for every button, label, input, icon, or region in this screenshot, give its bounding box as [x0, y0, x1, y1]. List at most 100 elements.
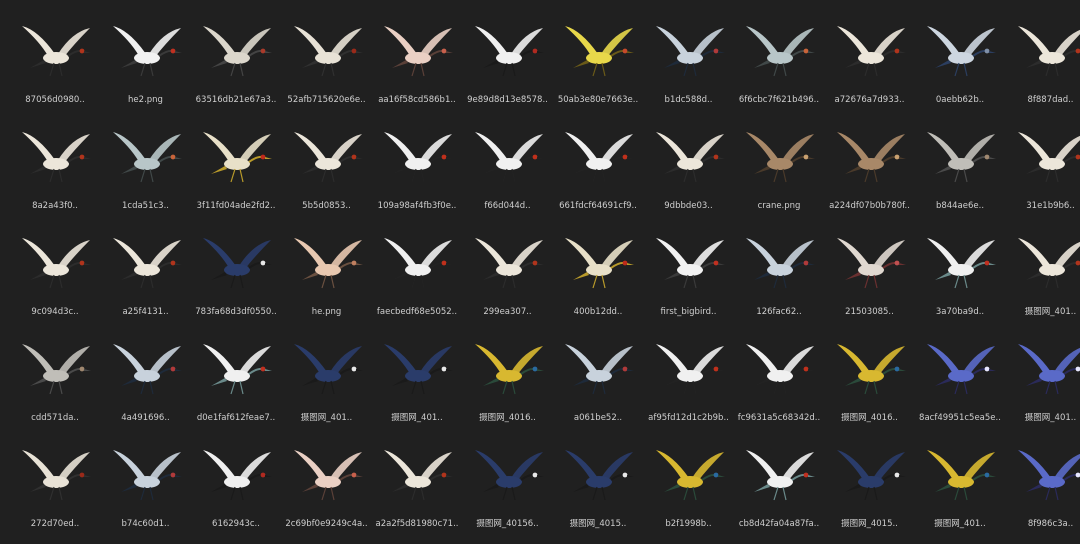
thumbnail-image[interactable]	[915, 334, 1005, 406]
file-name-label[interactable]: 50ab3e80e7663e..	[553, 95, 643, 106]
file-name-label[interactable]: 299ea307..	[463, 307, 553, 318]
file-tile[interactable]: cb8d42fa04a87fa..	[734, 430, 824, 536]
file-tile[interactable]: 31e1b9b6..	[1006, 112, 1080, 218]
file-name-label[interactable]: 2c69bf0e9249c4a..	[282, 519, 372, 530]
file-name-label[interactable]: b1dc588d..	[644, 95, 734, 106]
file-tile[interactable]: cdd571da..	[10, 324, 100, 430]
file-tile[interactable]: b2f1998b..	[644, 430, 734, 536]
thumbnail-image[interactable]	[191, 16, 281, 88]
file-tile[interactable]: d0e1faf612feae7..	[191, 324, 281, 430]
thumbnail-image[interactable]	[463, 122, 553, 194]
file-tile[interactable]: 5b5d0853..	[282, 112, 372, 218]
file-tile[interactable]: 783fa68d3df0550..	[191, 218, 281, 324]
file-name-label[interactable]: 661fdcf64691cf9..	[553, 201, 643, 212]
thumbnail-image[interactable]	[282, 334, 372, 406]
thumbnail-image[interactable]	[372, 122, 462, 194]
file-tile[interactable]: 摄图网_4015..	[825, 430, 915, 536]
thumbnail-image[interactable]	[644, 334, 734, 406]
file-tile[interactable]: 661fdcf64691cf9..	[553, 112, 643, 218]
file-tile[interactable]: 8a2a43f0..	[10, 112, 100, 218]
file-name-label[interactable]: 摄图网_4016..	[463, 413, 553, 424]
file-tile[interactable]: aa16f58cd586b1..	[372, 6, 462, 112]
file-tile[interactable]: crane.png	[734, 112, 824, 218]
file-name-label[interactable]: cb8d42fa04a87fa..	[734, 519, 824, 530]
file-tile[interactable]: 3f11fd04ade2fd2..	[191, 112, 281, 218]
thumbnail-image[interactable]	[191, 334, 281, 406]
thumbnail-image[interactable]	[553, 440, 643, 512]
file-name-label[interactable]: 4a491696..	[101, 413, 191, 424]
file-name-label[interactable]: he.png	[282, 307, 372, 318]
file-name-label[interactable]: he2.png	[101, 95, 191, 106]
file-tile[interactable]: 摄图网_4016..	[825, 324, 915, 430]
thumbnail-image[interactable]	[101, 122, 191, 194]
file-tile[interactable]: 8f887dad..	[1006, 6, 1080, 112]
file-name-label[interactable]: 9dbbde03..	[644, 201, 734, 212]
file-tile[interactable]: first_bigbird..	[644, 218, 734, 324]
file-name-label[interactable]: 3f11fd04ade2fd2..	[191, 201, 281, 212]
file-tile[interactable]: a224df07b0b780f..	[825, 112, 915, 218]
file-tile[interactable]: 87056d0980..	[10, 6, 100, 112]
thumbnail-image[interactable]	[915, 440, 1005, 512]
file-name-label[interactable]: 摄图网_4015..	[825, 519, 915, 530]
file-tile[interactable]: a061be52..	[553, 324, 643, 430]
file-name-label[interactable]: 摄图网_401..	[1006, 307, 1080, 318]
file-tile[interactable]: 摄图网_401..	[282, 324, 372, 430]
file-tile[interactable]: 8acf49951c5ea5e..	[915, 324, 1005, 430]
file-tile[interactable]: 摄图网_4015..	[553, 430, 643, 536]
file-name-label[interactable]: 272d70ed..	[10, 519, 100, 530]
thumbnail-image[interactable]	[1006, 122, 1080, 194]
thumbnail-image[interactable]	[282, 228, 372, 300]
file-tile[interactable]: 109a98af4fb3f0e..	[372, 112, 462, 218]
file-tile[interactable]: 272d70ed..	[10, 430, 100, 536]
file-tile[interactable]: b1dc588d..	[644, 6, 734, 112]
thumbnail-image[interactable]	[734, 440, 824, 512]
thumbnail-image[interactable]	[825, 122, 915, 194]
thumbnail-image[interactable]	[644, 16, 734, 88]
file-name-label[interactable]: 0aebb62b..	[915, 95, 1005, 106]
thumbnail-image[interactable]	[463, 228, 553, 300]
thumbnail-image[interactable]	[553, 122, 643, 194]
file-name-label[interactable]: crane.png	[734, 201, 824, 212]
thumbnail-image[interactable]	[101, 228, 191, 300]
file-tile[interactable]: 6162943c..	[191, 430, 281, 536]
file-tile[interactable]: 0aebb62b..	[915, 6, 1005, 112]
file-tile[interactable]: faecbedf68e5052..	[372, 218, 462, 324]
thumbnail-image[interactable]	[734, 16, 824, 88]
file-tile[interactable]: a25f4131..	[101, 218, 191, 324]
file-tile[interactable]: 400b12dd..	[553, 218, 643, 324]
thumbnail-image[interactable]	[10, 122, 100, 194]
file-tile[interactable]: 52afb715620e6e..	[282, 6, 372, 112]
thumbnail-image[interactable]	[915, 16, 1005, 88]
thumbnail-image[interactable]	[644, 122, 734, 194]
file-tile[interactable]: 50ab3e80e7663e..	[553, 6, 643, 112]
thumbnail-image[interactable]	[463, 334, 553, 406]
file-tile[interactable]: af95fd12d1c2b9b..	[644, 324, 734, 430]
thumbnail-image[interactable]	[915, 228, 1005, 300]
file-name-label[interactable]: 6f6cbc7f621b496..	[734, 95, 824, 106]
file-name-label[interactable]: 6162943c..	[191, 519, 281, 530]
file-name-label[interactable]: 摄图网_401..	[372, 413, 462, 424]
thumbnail-image[interactable]	[10, 228, 100, 300]
thumbnail-image[interactable]	[191, 440, 281, 512]
file-tile[interactable]: 21503085..	[825, 218, 915, 324]
file-tile[interactable]: 摄图网_401..	[1006, 324, 1080, 430]
thumbnail-image[interactable]	[372, 16, 462, 88]
thumbnail-image[interactable]	[282, 122, 372, 194]
thumbnail-image[interactable]	[1006, 228, 1080, 300]
file-name-label[interactable]: 摄图网_401..	[282, 413, 372, 424]
file-name-label[interactable]: b844ae6e..	[915, 201, 1005, 212]
thumbnail-image[interactable]	[191, 228, 281, 300]
file-tile[interactable]: 摄图网_401..	[372, 324, 462, 430]
thumbnail-image[interactable]	[1006, 334, 1080, 406]
file-name-label[interactable]: first_bigbird..	[644, 307, 734, 318]
file-name-label[interactable]: 摄图网_401..	[1006, 413, 1080, 424]
file-name-label[interactable]: 126fac62..	[734, 307, 824, 318]
thumbnail-image[interactable]	[10, 16, 100, 88]
file-tile[interactable]: 9dbbde03..	[644, 112, 734, 218]
file-name-label[interactable]: b74c60d1..	[101, 519, 191, 530]
file-name-label[interactable]: faecbedf68e5052..	[372, 307, 462, 318]
file-tile[interactable]: 4a491696..	[101, 324, 191, 430]
thumbnail-image[interactable]	[101, 16, 191, 88]
file-tile[interactable]: 8f986c3a..	[1006, 430, 1080, 536]
file-tile[interactable]: fc9631a5c68342d..	[734, 324, 824, 430]
